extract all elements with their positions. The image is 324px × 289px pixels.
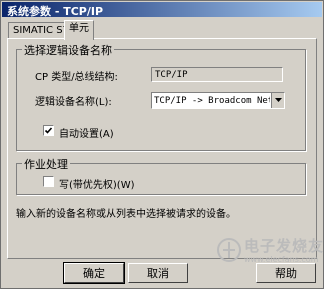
tab-panel: 选择逻辑设备名称 CP 类型/总线结构: TCP/IP 逻辑设备名称(L): T… (7, 38, 317, 259)
ok-button[interactable]: 确定 (63, 262, 125, 284)
auto-setup-checkbox[interactable] (43, 125, 54, 136)
logical-device-select[interactable]: TCP/IP -> Broadcom NetXtr (151, 92, 285, 109)
watermark-url: www.elecfans.com (244, 255, 319, 264)
cp-type-label: CP 类型/总线结构: (35, 72, 118, 83)
group-legend: 选择逻辑设备名称 (22, 42, 114, 58)
chevron-down-icon[interactable] (271, 93, 284, 108)
logical-device-value: TCP/IP -> Broadcom NetXtr (154, 96, 270, 106)
title-bar[interactable]: 系统参数 - TCP/IP (2, 2, 322, 18)
tab-label: 单元 (69, 23, 89, 34)
dialog-window: 系统参数 - TCP/IP SIMATIC S7 单元 选择逻辑设备名称 CP … (0, 0, 324, 289)
logical-device-group: 选择逻辑设备名称 CP 类型/总线结构: TCP/IP 逻辑设备名称(L): T… (16, 42, 306, 151)
logical-device-label: 逻辑设备名称(L): (35, 97, 112, 108)
window-title: 系统参数 - TCP/IP (7, 5, 104, 18)
write-priority-checkbox[interactable] (43, 176, 54, 187)
group-legend: 作业处理 (22, 156, 70, 172)
hint-text: 输入新的设备名称或从列表中选择被请求的设备。 (16, 209, 236, 220)
logo-icon (217, 238, 241, 262)
watermark-text: 电子发烧友 (244, 237, 324, 255)
watermark: 电子发烧友 www.elecfans.com (214, 235, 324, 279)
tab-label: SIMATIC S7 (13, 25, 69, 36)
write-priority-label[interactable]: 写(带优先权)(W) (59, 176, 135, 191)
tab-unit[interactable]: 单元 (64, 20, 94, 40)
cp-type-field: TCP/IP (151, 67, 283, 82)
job-processing-group: 作业处理 写(带优先权)(W) (16, 156, 306, 195)
cancel-button[interactable]: 取消 (128, 263, 188, 283)
auto-setup-label[interactable]: 自动设置(A) (59, 125, 114, 140)
checkmark-icon (44, 127, 53, 134)
